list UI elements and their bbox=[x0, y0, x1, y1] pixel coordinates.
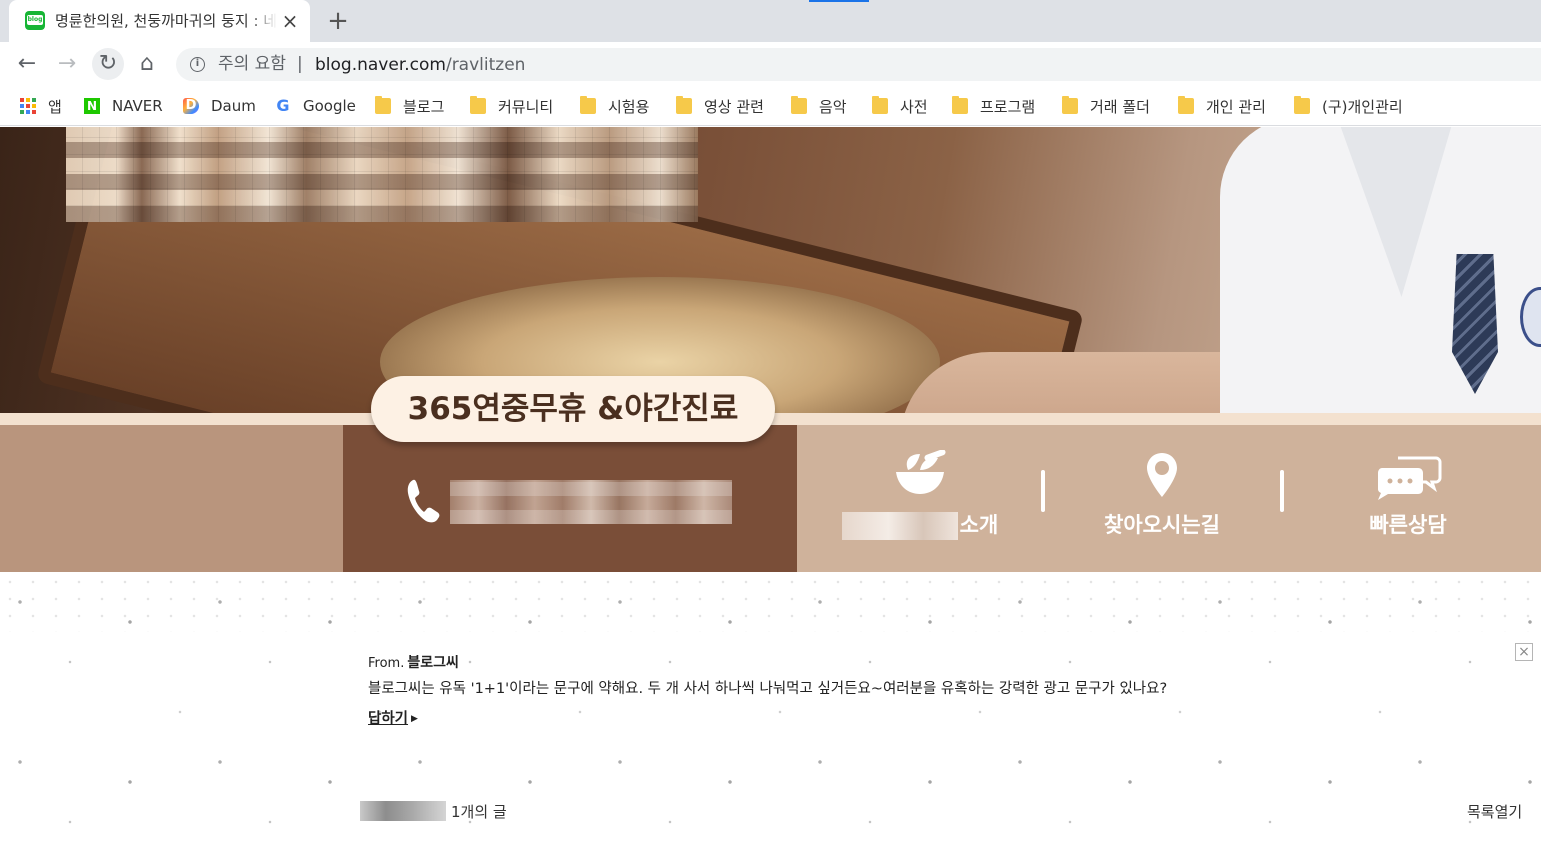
caret-right-icon: ▶ bbox=[411, 714, 418, 724]
folder-icon bbox=[1294, 96, 1310, 114]
chat-bubble-icon bbox=[1378, 456, 1442, 500]
back-arrow-icon[interactable]: ← bbox=[11, 48, 43, 80]
bookmark-label: 앱 bbox=[48, 97, 62, 116]
bookmark-apps[interactable]: 앱 bbox=[20, 94, 62, 118]
menu-directions[interactable]: 찾아오시는길 bbox=[1092, 450, 1232, 540]
bookmark-naver[interactable]: N NAVER bbox=[84, 94, 163, 118]
bookmark-google[interactable]: G Google bbox=[275, 94, 356, 118]
active-tab[interactable]: blog 명륜한의원, 천둥까마귀의 둥지 : 네이버 블로그 × bbox=[9, 0, 310, 42]
bookmark-label: Daum bbox=[211, 97, 256, 115]
bookmark-label: 음악 bbox=[819, 97, 847, 116]
bookmark-folder-program[interactable]: 프로그램 bbox=[952, 94, 1035, 118]
bookmark-folder-music[interactable]: 음악 bbox=[791, 94, 847, 118]
tab-title: 명륜한의원, 천둥까마귀의 둥지 : 네이버 블로그 bbox=[55, 12, 277, 30]
menu-directions-label: 찾아오시는길 bbox=[1104, 513, 1220, 537]
bookmark-folder-old-personal[interactable]: (구)개인관리 bbox=[1294, 94, 1403, 118]
map-pin-icon bbox=[1147, 453, 1177, 497]
folder-icon bbox=[375, 96, 391, 114]
from-prefix: From. bbox=[368, 656, 405, 671]
speckle-background-top bbox=[0, 572, 1541, 632]
bookmark-label: 개인 관리 bbox=[1206, 97, 1266, 116]
reload-icon[interactable]: ↻ bbox=[92, 48, 124, 80]
bookmark-label: NAVER bbox=[112, 97, 163, 115]
menu-consult[interactable]: 빠른상담 bbox=[1352, 450, 1464, 540]
folder-icon bbox=[952, 96, 968, 114]
blurred-clinic-logo[interactable] bbox=[66, 127, 698, 222]
browser-toolbar: ← → ↻ ⌂ i 주의 요함 | blog.naver.com/ravlitz… bbox=[0, 42, 1541, 86]
blurred-clinic-name bbox=[841, 512, 958, 540]
folder-icon bbox=[1178, 96, 1194, 114]
menu-consult-label: 빠른상담 bbox=[1369, 513, 1447, 537]
apps-icon bbox=[20, 98, 36, 114]
folder-icon bbox=[580, 96, 596, 114]
bookmark-label: 시험용 bbox=[608, 97, 650, 116]
bookmarks-bar: 앱 N NAVER D Daum G Google 블로그 커뮤니티 시험용 영상 관… bbox=[0, 86, 1541, 126]
header-left-panel bbox=[0, 425, 343, 572]
menu-divider bbox=[1041, 470, 1045, 512]
from-name: 블로그씨 bbox=[407, 655, 459, 671]
phone-icon bbox=[407, 479, 440, 523]
naver-icon: N bbox=[84, 98, 100, 114]
bookmark-folder-dictionary[interactable]: 사전 bbox=[872, 94, 928, 118]
bookmark-folder-video[interactable]: 영상 관련 bbox=[676, 94, 764, 118]
menu-divider bbox=[1280, 470, 1284, 512]
herbal-bowl-icon bbox=[896, 450, 946, 494]
bookmark-label: 사전 bbox=[900, 97, 928, 116]
bookmark-folder-blog[interactable]: 블로그 bbox=[375, 94, 444, 118]
folder-icon bbox=[791, 96, 807, 114]
header-menu-bar bbox=[0, 413, 1541, 572]
bookmark-folder-community[interactable]: 커뮤니티 bbox=[470, 94, 553, 118]
bookmark-label: (구)개인관리 bbox=[1322, 97, 1403, 116]
close-prompt-icon[interactable]: × bbox=[1515, 643, 1533, 661]
tab-close-icon[interactable]: × bbox=[280, 11, 300, 31]
bookmark-label: 영상 관련 bbox=[704, 97, 764, 116]
new-tab-button[interactable]: + bbox=[325, 7, 351, 35]
blurred-phone-number[interactable] bbox=[450, 480, 732, 524]
bookmark-label: 프로그램 bbox=[980, 97, 1036, 116]
tab-strip: blog 명륜한의원, 천둥까마귀의 둥지 : 네이버 블로그 × + bbox=[0, 0, 1541, 42]
blog-favicon-icon: blog bbox=[25, 11, 45, 30]
folder-icon bbox=[872, 96, 888, 114]
bookmark-folder-trade[interactable]: 거래 폴더 bbox=[1062, 94, 1150, 118]
daum-icon: D bbox=[183, 98, 199, 114]
open-list-link[interactable]: 목록열기 bbox=[1467, 802, 1522, 822]
url-host: blog.naver.com bbox=[315, 55, 446, 75]
bookmark-folder-test[interactable]: 시험용 bbox=[580, 94, 649, 118]
reply-link[interactable]: 답하기 ▶ bbox=[368, 709, 418, 729]
blog-prompt-from: From. 블로그씨 bbox=[368, 654, 459, 673]
google-icon: G bbox=[276, 96, 290, 115]
loading-indicator bbox=[809, 0, 869, 2]
blog-prompt-question: 블로그씨는 유독 '1+1'이라는 문구에 약해요. 두 개 사서 하나씩 나눠… bbox=[368, 681, 1168, 697]
bookmark-label: Google bbox=[303, 97, 356, 115]
url-text[interactable]: blog.naver.com/ravlitzen bbox=[315, 55, 525, 75]
forward-arrow-icon[interactable]: → bbox=[51, 48, 83, 80]
url-separator: | bbox=[297, 54, 303, 74]
bookmark-label: 커뮤니티 bbox=[498, 97, 554, 116]
folder-icon bbox=[470, 96, 486, 114]
security-warning-label: 주의 요함 bbox=[218, 54, 286, 74]
folder-icon bbox=[1062, 96, 1078, 114]
reply-label: 답하기 bbox=[368, 711, 409, 727]
bookmark-label: 블로그 bbox=[403, 97, 445, 116]
open-hours-pill: 365연중무휴 &야간진료 bbox=[371, 376, 775, 442]
post-count: 1개의 글 bbox=[451, 803, 507, 821]
address-bar[interactable]: i 주의 요함 | blog.naver.com/ravlitzen bbox=[176, 48, 1541, 81]
menu-intro-label: 소개 bbox=[840, 510, 1000, 540]
blurred-category-name bbox=[360, 801, 446, 821]
bookmark-folder-personal[interactable]: 개인 관리 bbox=[1178, 94, 1266, 118]
folder-icon bbox=[676, 96, 692, 114]
info-icon[interactable]: i bbox=[190, 57, 205, 72]
bookmark-daum[interactable]: D Daum bbox=[183, 94, 256, 118]
bookmark-label: 거래 폴더 bbox=[1090, 97, 1150, 116]
url-path: /ravlitzen bbox=[445, 55, 526, 75]
home-icon[interactable]: ⌂ bbox=[131, 48, 163, 80]
menu-intro[interactable]: 소개 bbox=[840, 450, 1000, 540]
blog-content-area bbox=[0, 572, 1541, 857]
